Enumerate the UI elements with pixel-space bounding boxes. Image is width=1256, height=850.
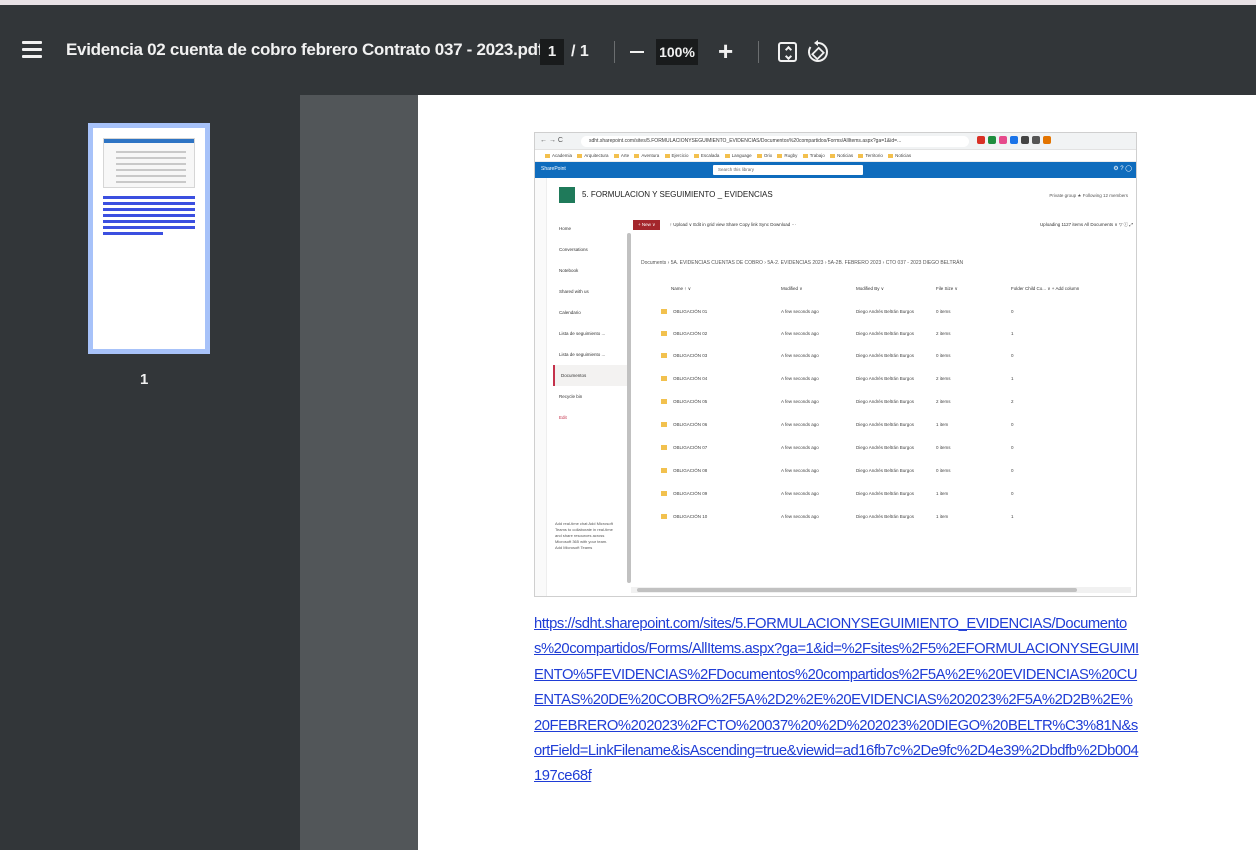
rotate-icon[interactable]	[806, 39, 830, 65]
browser-url: sdht.sharepoint.com/sites/5.FORMULACIONY…	[581, 136, 969, 147]
zoom-in-button[interactable]: +	[718, 37, 733, 65]
command-items: ↑ Upload ∨ Edit in grid view Share Copy …	[669, 222, 797, 227]
teams-chat-panel: Add real-time chat Add Microsoft Teams t…	[555, 521, 613, 550]
bookmark-item: Aventura	[630, 153, 659, 158]
bookmark-item: Language	[721, 153, 752, 158]
list-row: OBLIGACIÓN 07 A few seconds ago Diego Andr…	[661, 445, 1131, 455]
bookmark-item: Rugby	[773, 153, 797, 158]
list-row: OBLIGACIÓN 10 A few seconds ago Diego Andr…	[661, 514, 1131, 524]
thumbnail-link-line	[103, 220, 195, 223]
zoom-level-input[interactable]: 100%	[656, 39, 698, 65]
thumbnail-link-line	[103, 232, 163, 235]
sharepoint-search: Search this library	[713, 165, 863, 175]
nav-item: Conversations	[559, 247, 588, 252]
suite-name: SharePoint	[541, 166, 566, 172]
sharepoint-suite-bar: SharePoint Search this library ⚙ ? ◯	[535, 162, 1136, 178]
bookmark-item: Academia	[541, 153, 572, 158]
thumbnail-screenshot	[103, 138, 195, 188]
column-header: Modified By ∨	[856, 286, 885, 291]
list-row: OBLIGACIÓN 01 A few seconds ago Diego Andr…	[661, 309, 1131, 319]
list-row: OBLIGACIÓN 03 A few seconds ago Diego Andr…	[661, 353, 1131, 363]
site-membership: Private group ★ Following 12 members	[1049, 193, 1128, 198]
thumbnail-link-line	[103, 208, 195, 211]
nav-item: Shared with us	[559, 289, 589, 294]
bookmark-item: Trabajo	[799, 153, 825, 158]
library-breadcrumb: Documents › 5A. EVIDENCIAS CUENTAS DE CO…	[641, 260, 964, 266]
bookmark-item: Ejercicio	[661, 153, 689, 158]
thumbnail-link-line	[103, 202, 195, 205]
thumbnail-sidebar: 1	[0, 95, 300, 850]
thumbnail-page-number: 1	[140, 371, 149, 388]
site-title: 5. FORMULACION Y SEGUIMIENTO _ EVIDENCIA…	[582, 190, 773, 199]
toolbar-divider	[614, 41, 615, 63]
nav-item: Lista de seguimiento ...	[559, 331, 606, 336]
list-row: OBLIGACIÓN 09 A few seconds ago Diego Andr…	[661, 491, 1131, 501]
thumbnail-link-line	[103, 214, 195, 217]
nav-item: Edit	[559, 415, 567, 420]
nav-scrollbar	[627, 233, 631, 583]
thumbnail-page	[93, 128, 205, 349]
page-thumbnail[interactable]	[88, 123, 210, 354]
nav-item: Recycle bin	[559, 394, 583, 399]
browser-bar: ← → C sdht.sharepoint.com/sites/5.FORMUL…	[535, 133, 1136, 150]
nav-item: Notebook	[559, 268, 579, 273]
browser-extension-icons	[977, 136, 1054, 146]
bookmark-item: Noticias	[826, 153, 853, 158]
suite-icons: ⚙ ? ◯	[1113, 166, 1132, 172]
bookmark-item: Orix	[753, 153, 772, 158]
toolbar-divider	[758, 41, 759, 63]
app-rail	[535, 178, 547, 596]
zoom-out-button[interactable]	[630, 51, 644, 53]
thumbnail-link-line	[103, 196, 195, 199]
bookmark-item: Arte	[610, 153, 629, 158]
column-header: Name ↑ ∨	[671, 286, 692, 291]
nav-item: Home	[559, 226, 572, 231]
list-row: OBLIGACIÓN 06 A few seconds ago Diego Andr…	[661, 422, 1131, 432]
command-right: Uploading 1127 items All Documents ∨ ▽ ⓘ…	[1039, 222, 1133, 227]
new-button: + New ∨	[633, 220, 661, 230]
document-title: Evidencia 02 cuenta de cobro febrero Con…	[66, 40, 544, 59]
list-row: OBLIGACIÓN 05 A few seconds ago Diego Andr…	[661, 399, 1131, 409]
sharepoint-link[interactable]: https://sdht.sharepoint.com/sites/5.FORM…	[534, 612, 1140, 790]
page-count: / 1	[571, 43, 589, 60]
list-row: OBLIGACIÓN 04 A few seconds ago Diego Andr…	[661, 376, 1131, 386]
nav-item: Calendario	[559, 310, 581, 315]
list-row: OBLIGACIÓN 08 A few seconds ago Diego Andr…	[661, 468, 1131, 478]
bookmarks-bar: Academia Arquitectura Arte Aventura Ejer…	[535, 150, 1136, 162]
bookmark-item: Territorio	[854, 153, 883, 158]
column-header: Modified ∨	[781, 286, 803, 291]
list-hscrollbar	[631, 587, 1131, 593]
site-logo	[559, 187, 575, 203]
nav-item: Lista de seguimiento ...	[559, 352, 606, 357]
browser-nav-controls: ← → C	[540, 137, 563, 144]
pdf-page: ← → C sdht.sharepoint.com/sites/5.FORMUL…	[418, 95, 1256, 850]
page-number-input[interactable]: 1	[540, 39, 564, 65]
embedded-screenshot: ← → C sdht.sharepoint.com/sites/5.FORMUL…	[534, 132, 1137, 597]
pdf-toolbar: Evidencia 02 cuenta de cobro febrero Con…	[0, 5, 1256, 95]
menu-icon[interactable]	[22, 41, 42, 61]
fit-to-page-icon[interactable]	[778, 42, 797, 62]
nav-item-active: Documentos	[553, 365, 629, 386]
bookmark-item: Escalada	[690, 153, 719, 158]
thumbnail-link-line	[103, 226, 195, 229]
column-header: Folder Child Co... ∨ + Add column	[1011, 286, 1080, 291]
list-row: OBLIGACIÓN 02 A few seconds ago Diego Andr…	[661, 331, 1131, 341]
bookmark-item: Noticias	[884, 153, 911, 158]
bookmark-item: Arquitectura	[573, 153, 609, 158]
column-header: File Size ∨	[936, 286, 958, 291]
command-bar: + New ∨ ↑ Upload ∨ Edit in grid view Sha…	[633, 220, 1133, 234]
